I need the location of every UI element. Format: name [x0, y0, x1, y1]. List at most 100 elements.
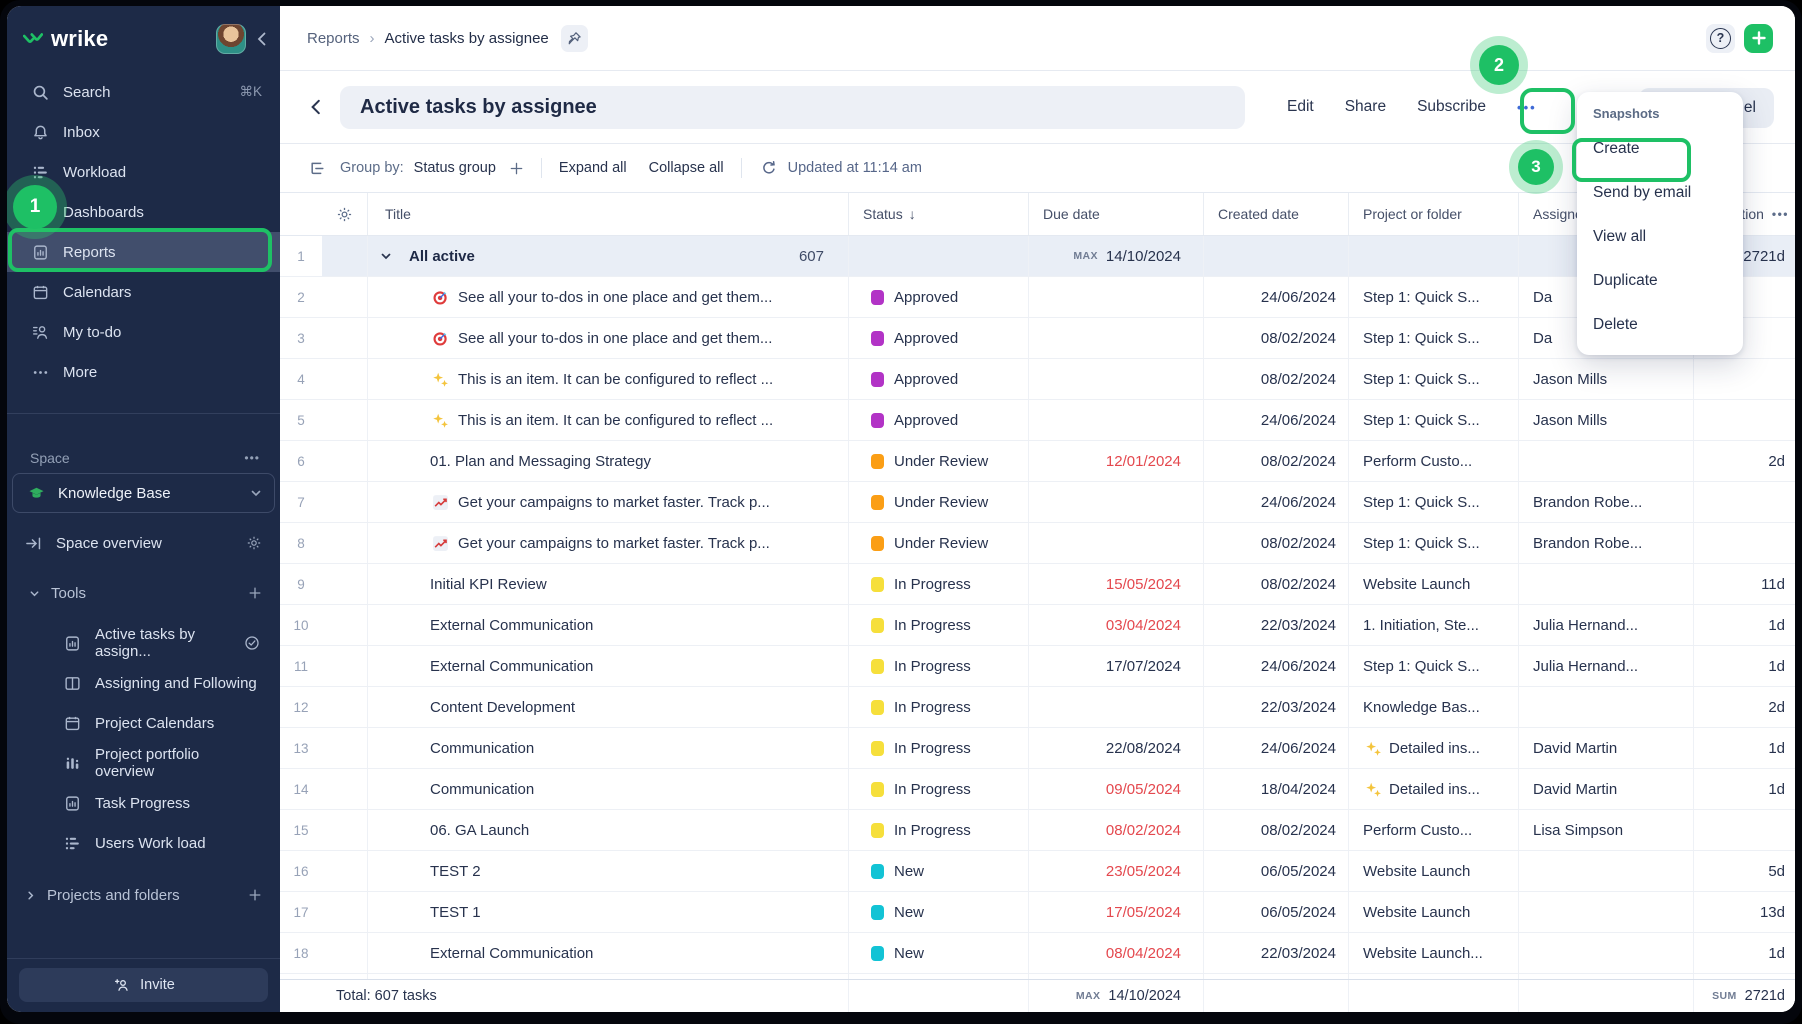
column-header-due-date[interactable]: Due date [1028, 193, 1203, 235]
cell-duration: 2d [1693, 687, 1795, 727]
collapse-group-icon[interactable] [380, 250, 392, 262]
menu-item-create[interactable]: Create [1577, 127, 1743, 171]
sidebar-item-workload[interactable]: Workload [7, 152, 280, 192]
menu-item-send-by-email[interactable]: Send by email [1577, 171, 1743, 215]
sidebar-item-more[interactable]: More [7, 352, 280, 392]
table-row[interactable]: 10 External Communication In Progress 03… [280, 605, 1795, 646]
add-group-icon[interactable] [509, 161, 524, 176]
sidebar-item-tools[interactable]: Tools [7, 573, 280, 613]
sidebar-collapse-icon[interactable] [254, 31, 270, 47]
table-row[interactable]: 4 This is an item. It can be configured … [280, 359, 1795, 400]
pin-button[interactable] [561, 25, 588, 52]
table-row[interactable]: 7 Get your campaigns to market faster. T… [280, 482, 1795, 523]
sidebar-item-my-to-do[interactable]: My to-do [7, 312, 280, 352]
cell-project: Website Launch [1348, 892, 1518, 932]
sidebar-item-project-portfolio-overview[interactable]: Project portfolio overview [7, 743, 280, 783]
sidebar-item-projects-and-folders[interactable]: Projects and folders [7, 875, 280, 915]
status-swatch [871, 782, 884, 797]
column-header-created-date[interactable]: Created date [1203, 193, 1348, 235]
collapse-all-button[interactable]: Collapse all [649, 160, 724, 176]
sidebar-item-inbox[interactable]: Inbox [7, 112, 280, 152]
cell-created-date: 06/05/2024 [1203, 851, 1348, 891]
status-swatch [871, 331, 884, 346]
cell-rownum: 11 [280, 646, 322, 686]
chart-icon [430, 535, 450, 552]
toolbar-divider [541, 158, 542, 178]
expand-all-button[interactable]: Expand all [559, 160, 627, 176]
group-by-value[interactable]: Status group [414, 160, 496, 176]
table-header: Title Status↓ Due date Created date Proj… [280, 192, 1795, 236]
cell-duration: 1d [1693, 646, 1795, 686]
table-row[interactable]: 9 Initial KPI Review In Progress 15/05/2… [280, 564, 1795, 605]
more-options-button[interactable]: ••• [1517, 100, 1537, 115]
table-row[interactable]: 3 See all your to-dos in one place and g… [280, 318, 1795, 359]
cell-rownum: 18 [280, 933, 322, 973]
table-row[interactable]: 11 External Communication In Progress 17… [280, 646, 1795, 687]
table-row[interactable]: 16 TEST 2 New 23/05/2024 06/05/2024 Webs… [280, 851, 1795, 892]
cell-title: External Communication [367, 646, 848, 686]
cell-project: Step 1: Quick S... [1348, 400, 1518, 440]
sidebar-item-calendars[interactable]: Calendars [7, 272, 280, 312]
gear-icon[interactable] [246, 535, 262, 551]
cell-duration [1693, 400, 1795, 440]
todo-icon [30, 324, 50, 341]
edit-button[interactable]: Edit [1287, 98, 1314, 116]
plus-icon[interactable] [248, 586, 262, 600]
sidebar-item-users-work-load[interactable]: Users Work load [7, 823, 280, 863]
column-header-project[interactable]: Project or folder [1348, 193, 1518, 235]
breadcrumb-current: Active tasks by assignee [385, 30, 549, 47]
share-button[interactable]: Share [1345, 98, 1386, 116]
cell-due-date: 22/08/2024 [1028, 728, 1203, 768]
table-row[interactable]: 8 Get your campaigns to market faster. T… [280, 523, 1795, 564]
table-row[interactable]: 13 Communication In Progress 22/08/2024 … [280, 728, 1795, 769]
cell-created-date: 08/02/2024 [1203, 359, 1348, 399]
sidebar-item-space-overview[interactable]: Space overview [7, 523, 280, 563]
breadcrumb-reports[interactable]: Reports [307, 30, 360, 47]
sidebar-item-search[interactable]: Search ⌘K [7, 72, 280, 112]
bell-icon [30, 124, 50, 141]
table-row[interactable]: 14 Communication In Progress 09/05/2024 … [280, 769, 1795, 810]
column-header-title[interactable]: Title [367, 193, 848, 235]
sidebar-item-assigning-and-following[interactable]: Assigning and Following [7, 663, 280, 703]
table-row[interactable]: 6 01. Plan and Messaging Strategy Under … [280, 441, 1795, 482]
create-new-button[interactable] [1744, 24, 1773, 53]
plus-icon[interactable] [248, 888, 262, 902]
report-title-input[interactable]: Active tasks by assignee [340, 86, 1245, 129]
table-row[interactable]: 17 TEST 1 New 17/05/2024 06/05/2024 Webs… [280, 892, 1795, 933]
menu-item-delete[interactable]: Delete [1577, 303, 1743, 347]
space-overview-icon [23, 535, 43, 552]
invite-button[interactable]: Invite [19, 968, 268, 1002]
cell-status: Under Review [848, 441, 1028, 481]
column-options-icon[interactable]: ••• [1772, 207, 1789, 221]
table-row[interactable]: 2 See all your to-dos in one place and g… [280, 277, 1795, 318]
sidebar-item-active-tasks-by-assign[interactable]: Active tasks by assign... [7, 623, 280, 663]
table-settings-button[interactable] [322, 193, 367, 235]
table-row[interactable]: 18 External Communication New 08/04/2024… [280, 933, 1795, 974]
table-group-row[interactable]: 1 All active 607 MAX 14/10/2024 [280, 236, 1795, 277]
sidebar-item-project-calendars[interactable]: Project Calendars [7, 703, 280, 743]
cell-due-date: 17/07/2024 [1028, 646, 1203, 686]
table-row[interactable]: 5 This is an item. It can be configured … [280, 400, 1795, 441]
sidebar-item-knowledge-base[interactable]: Knowledge Base [12, 473, 275, 513]
sidebar-item-task-progress[interactable]: Task Progress [7, 783, 280, 823]
status-swatch [871, 823, 884, 838]
menu-item-duplicate[interactable]: Duplicate [1577, 259, 1743, 303]
sidebar-nav: Search ⌘K Inbox Workload Dashboards Repo… [7, 72, 280, 392]
table-row[interactable]: 12 Content Development In Progress 22/03… [280, 687, 1795, 728]
space-more-icon[interactable]: ••• [244, 451, 260, 465]
help-button[interactable]: ? [1706, 24, 1735, 53]
chevron-down-icon[interactable] [250, 487, 262, 499]
sidebar-item-reports[interactable]: Reports [7, 232, 280, 272]
subscribe-button[interactable]: Subscribe [1417, 98, 1486, 116]
chevron-right-icon [23, 890, 37, 901]
status-swatch [871, 864, 884, 879]
back-button[interactable] [307, 98, 325, 116]
last-updated[interactable]: Updated at 11:14 am [759, 160, 922, 176]
cell-title: This is an item. It can be configured to… [367, 359, 848, 399]
avatar[interactable] [216, 24, 246, 54]
table-row[interactable]: 15 06. GA Launch In Progress 08/02/2024 … [280, 810, 1795, 851]
cell-status: New [848, 892, 1028, 932]
menu-item-view-all[interactable]: View all [1577, 215, 1743, 259]
column-header-status[interactable]: Status↓ [848, 193, 1028, 235]
cell-title: TEST 2 [367, 851, 848, 891]
